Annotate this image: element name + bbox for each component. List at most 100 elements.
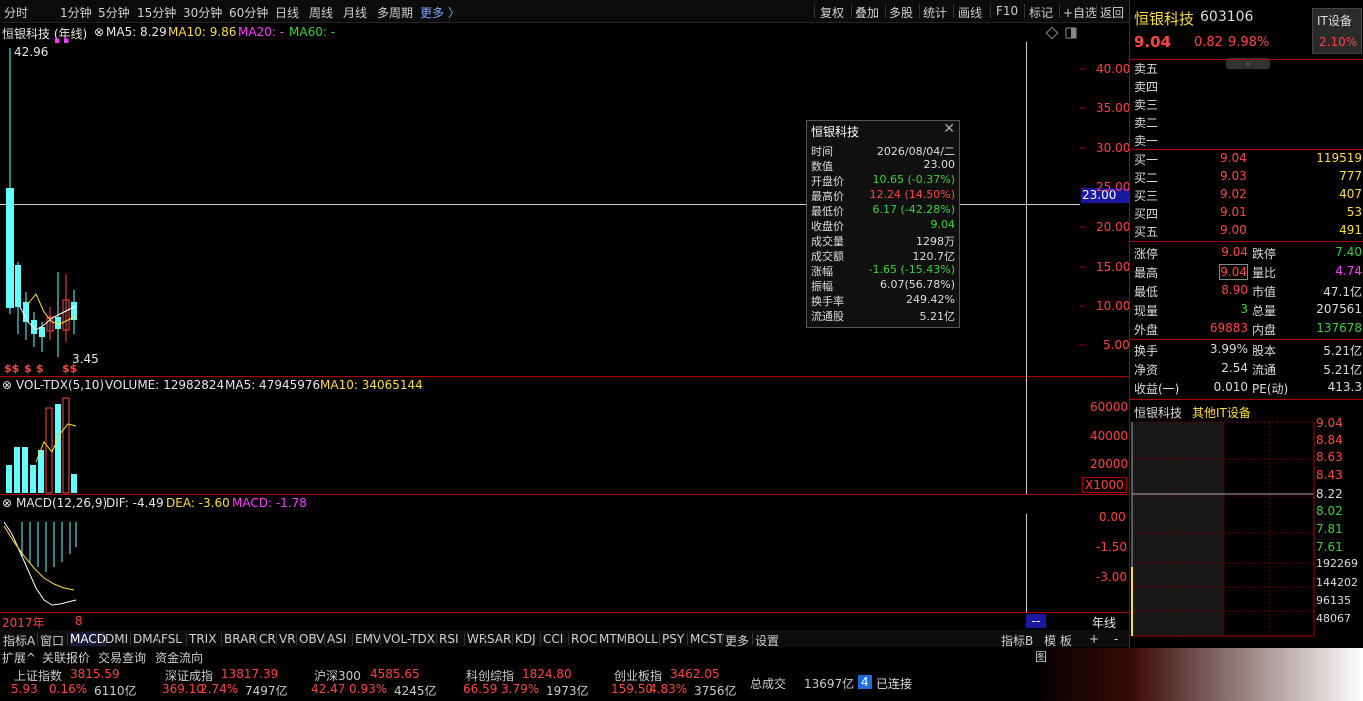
period-15min[interactable]: 15分钟 (137, 4, 176, 21)
chevron-down-icon[interactable]: ⊗ (94, 25, 104, 39)
indicator-tab[interactable]: 指标A (3, 632, 35, 649)
ext-tab[interactable]: 扩展^ (2, 649, 36, 666)
indicator-tab[interactable]: PSY (662, 632, 684, 646)
indicator-tab[interactable]: RSI (439, 632, 459, 646)
tooltip-key: 振幅 (811, 280, 833, 293)
stat-value: 137678 (1316, 321, 1362, 335)
divider (1130, 339, 1363, 340)
period-fenshi[interactable]: 分时 (4, 4, 28, 21)
macd-legend-icon[interactable]: ⊗ (2, 496, 12, 510)
indicator-tab[interactable]: 设置 (755, 632, 779, 649)
sector-box[interactable]: IT设备 2.10% (1312, 8, 1362, 54)
tooltip-row: 时间 2026/08/04/二 (807, 143, 959, 158)
divider (436, 633, 437, 645)
tooltip-row: 换手率 249.42% (807, 293, 959, 308)
index-change: 66.59 (463, 682, 498, 696)
price-axis-tick: 5.00 (1103, 338, 1130, 352)
indicator-tab[interactable]: VR (279, 632, 296, 646)
bid-price: 9.04 (1220, 151, 1247, 165)
ask-label: 卖四 (1134, 80, 1159, 94)
divider (568, 633, 569, 645)
f10-button[interactable]: F10 (996, 4, 1018, 18)
tooltip-row: 成交额 120.7亿 (807, 248, 959, 263)
ext-tab[interactable]: 交易查询 (98, 649, 146, 666)
signal-label: $ (36, 362, 44, 375)
mini-price-tick: 8.84 (1316, 433, 1343, 447)
period-1min[interactable]: 1分钟 (60, 4, 92, 21)
fuquan-button[interactable]: 复权 (820, 4, 844, 21)
period-day[interactable]: 日线 (275, 4, 299, 21)
indicator-tab[interactable]: DMI (105, 632, 128, 646)
indicator-tab[interactable]: CCI (543, 632, 563, 646)
zoom-in-button[interactable]: + (1089, 632, 1099, 646)
tooltip-row: 数值 23.00 (807, 158, 959, 173)
stat-label: 跌停 (1252, 247, 1277, 261)
indicator-tab[interactable]: BOLL (627, 632, 658, 646)
stat-value: 3.99% (1209, 342, 1248, 356)
connection-status[interactable]: 已连接 (876, 675, 912, 692)
stat-value: 3 (1240, 302, 1248, 316)
indicator-tabbar: 指标A 窗口 MACD DMI DMA FSL TRIX BRAR CR VR OBV ASI EMV V… (0, 630, 1129, 649)
indicator-tab[interactable]: ASI (327, 632, 346, 646)
stat-label: 换手 (1134, 344, 1159, 358)
period-more[interactable]: 更多 〉 (420, 4, 460, 21)
indicator-tab[interactable]: KDJ (515, 632, 536, 646)
back-button[interactable]: 返回 (1100, 4, 1124, 21)
multi-stock-button[interactable]: 多股 (889, 4, 913, 21)
template-tab[interactable]: 模 板 (1044, 632, 1072, 649)
stat-label: 外盘 (1134, 323, 1159, 337)
indicator-b-tab[interactable]: 指标B (1001, 632, 1033, 649)
indicator-tab[interactable]: MACD (70, 632, 106, 646)
divider (885, 4, 886, 18)
period-multi[interactable]: 多周期 (377, 4, 413, 21)
indicator-tab[interactable]: 窗口 (40, 632, 64, 649)
total-value: 13697亿 (804, 677, 855, 691)
indicator-tab[interactable]: TRIX (189, 632, 216, 646)
status-bar: 扩展^ 关联报价 交易查询 资金流向 上证指数 3815.59 5.93 0.16% 6… (0, 648, 1363, 701)
indicator-tab[interactable]: FSL (161, 632, 182, 646)
indicator-tab[interactable]: OBV (299, 632, 325, 646)
macd-value-label: MACD: -1.78 (232, 496, 307, 510)
indicator-tab[interactable]: DMA (133, 632, 161, 646)
ext-tab[interactable]: 关联报价 (42, 649, 90, 666)
index-amount: 7497亿 (245, 684, 288, 698)
mark-button[interactable]: 标记 (1029, 4, 1053, 21)
divider (990, 4, 991, 18)
indicator-tab[interactable]: 更多 (725, 632, 749, 649)
indicator-tab[interactable]: MCST (690, 632, 724, 646)
indicator-tab[interactable]: BRAR (224, 632, 257, 646)
draw-line-button[interactable]: 画线 (958, 4, 982, 21)
period-60min[interactable]: 60分钟 (229, 4, 268, 21)
tooltip-value: 5.21亿 (919, 310, 956, 323)
stat-label: 总量 (1252, 304, 1277, 318)
mini-tab-stock[interactable]: 恒银科技 (1134, 404, 1182, 421)
period-30min[interactable]: 30分钟 (183, 4, 222, 21)
mini-tab-sector[interactable]: 其他IT设备 (1192, 404, 1251, 421)
period-toolbar: 分时 1分钟 5分钟 15分钟 30分钟 60分钟 日线 周线 月线 多周期 更… (0, 0, 1129, 23)
indicator-tab[interactable]: MTM (599, 632, 627, 646)
tooltip-value: 2026/08/04/二 (876, 145, 955, 158)
close-icon[interactable]: ✕ (943, 121, 955, 137)
tooltip-key: 最低价 (811, 205, 844, 218)
stat-value: 207561 (1316, 302, 1362, 316)
period-5min[interactable]: 5分钟 (98, 4, 130, 21)
overlay-button[interactable]: 叠加 (855, 4, 879, 21)
stats-button[interactable]: 统计 (923, 4, 947, 21)
period-week[interactable]: 周线 (309, 4, 333, 21)
ask-label: 卖二 (1134, 116, 1159, 130)
period-month[interactable]: 月线 (343, 4, 367, 21)
indicator-tab[interactable]: ROC (571, 632, 597, 646)
indicator-tab[interactable]: CR (259, 632, 276, 646)
mini-price-tick: 8.43 (1316, 468, 1343, 482)
divider (953, 4, 954, 18)
price-axis-tick: 40.00 (1096, 62, 1131, 76)
index-change: 369.10 (162, 682, 204, 696)
indicator-tab[interactable]: VOL-TDX (383, 632, 435, 646)
add-watchlist-button[interactable]: +自选 (1063, 4, 1097, 21)
vol-legend-icon[interactable]: ⊗ (2, 378, 12, 392)
zoom-out-button[interactable]: - (1114, 632, 1118, 646)
ext-tab[interactable]: 资金流向 (155, 649, 203, 666)
divider (851, 4, 852, 18)
indicator-tab[interactable]: EMV (355, 632, 381, 646)
indicator-tab[interactable]: SAR (487, 632, 511, 646)
